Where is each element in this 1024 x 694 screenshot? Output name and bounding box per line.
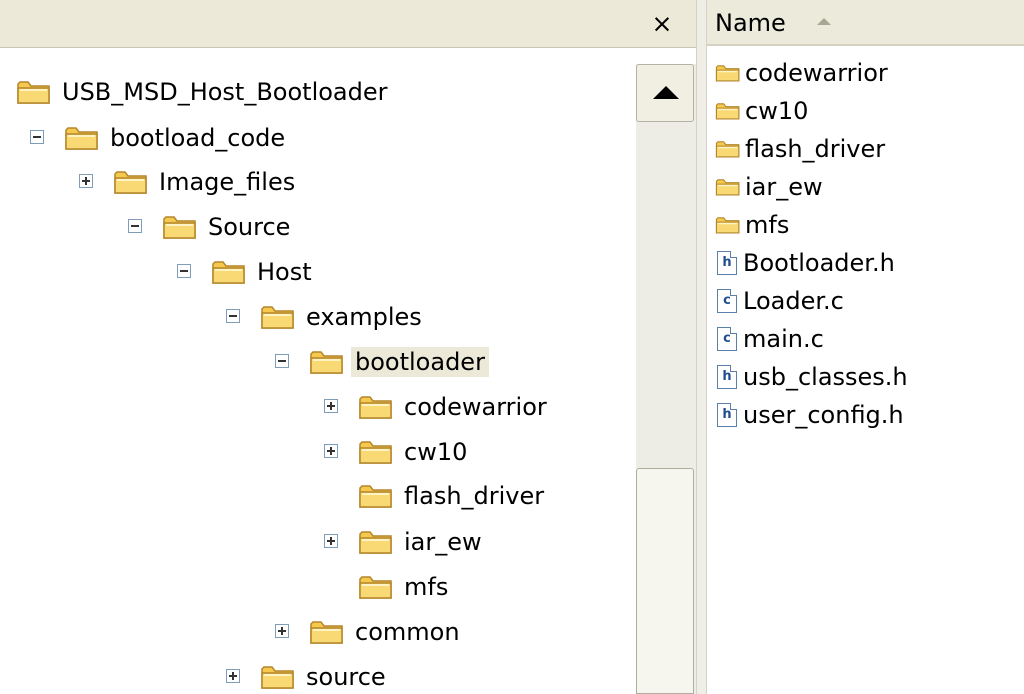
list-item-label: Bootloader.h (743, 249, 895, 277)
folder-icon (715, 99, 741, 123)
sort-ascending-icon (817, 18, 831, 25)
folder-icon (358, 482, 394, 510)
folder-icon (358, 393, 394, 421)
folder-icon (358, 438, 394, 466)
folder-icon (211, 258, 247, 286)
file-list-pane: Name codewarrior cw10 flash_driver iar_ewmf… (707, 0, 1024, 694)
scrollbar-thumb[interactable] (636, 468, 694, 694)
expand-icon[interactable] (226, 669, 240, 683)
tree-item[interactable]: flash_driver (0, 474, 630, 518)
folder-icon (358, 573, 394, 601)
tree-item-label: source (306, 663, 386, 691)
tree-item[interactable]: examples (0, 295, 630, 339)
folder-icon (162, 213, 198, 241)
list-item-label: main.c (743, 325, 824, 353)
folder-icon (260, 663, 296, 691)
scroll-up-arrow-icon[interactable] (636, 64, 694, 122)
expand-icon[interactable] (79, 174, 93, 188)
list-item[interactable]: h user_config.h (715, 398, 904, 432)
tree-item[interactable]: source (0, 655, 630, 694)
tree-item-label: bootload_code (110, 124, 286, 152)
tree-item-label: common (355, 618, 460, 646)
folder-icon (16, 78, 52, 106)
list-item[interactable]: mfs (715, 208, 789, 242)
tree-item[interactable]: iar_ew (0, 520, 630, 564)
folder-icon (715, 137, 741, 161)
tree-item-label: flash_driver (404, 482, 545, 510)
tree-item[interactable]: cw10 (0, 430, 630, 474)
collapse-icon[interactable] (226, 309, 240, 323)
h-file-icon: h (717, 251, 737, 275)
list-item[interactable]: codewarrior (715, 56, 888, 90)
tree-item-label: USB_MSD_Host_Bootloader (62, 78, 388, 106)
tree-item-label: examples (306, 303, 422, 331)
pane-splitter[interactable] (696, 0, 707, 694)
folder-icon (113, 168, 149, 196)
vertical-scrollbar[interactable] (636, 64, 696, 694)
list-header: Name (707, 0, 1024, 46)
folder-tree-pane: × USB_MSD_Host_Bootloader bootload_code Im… (0, 0, 696, 694)
list-item[interactable]: h Bootloader.h (715, 246, 895, 280)
tree-item-label: codewarrior (404, 393, 547, 421)
folder-icon (715, 61, 741, 85)
tree-item[interactable]: bootloader (0, 340, 630, 384)
folder-icon (64, 124, 100, 152)
tree-item-label: Host (257, 258, 312, 286)
tree-item-label: Source (208, 213, 291, 241)
list-item[interactable]: cw10 (715, 94, 808, 128)
tree-item-label: iar_ew (404, 528, 482, 556)
folder-icon (715, 213, 741, 237)
name-column-header[interactable]: Name (715, 8, 786, 38)
tree-item[interactable]: USB_MSD_Host_Bootloader (0, 70, 630, 114)
tree-item[interactable]: mfs (0, 565, 630, 609)
list-item[interactable]: c main.c (715, 322, 824, 356)
collapse-icon[interactable] (275, 354, 289, 368)
list-item[interactable]: h usb_classes.h (715, 360, 908, 394)
list-item-label: iar_ew (745, 173, 823, 201)
folder-icon (358, 528, 394, 556)
close-icon[interactable]: × (645, 8, 679, 40)
expand-icon[interactable] (324, 444, 338, 458)
tree-item[interactable]: Image_files (0, 160, 630, 204)
h-file-icon: h (717, 365, 737, 389)
tree-item-label: bootloader (351, 347, 489, 377)
c-file-icon: c (717, 327, 737, 351)
tree-item-label: Image_files (159, 168, 296, 196)
folder-tree: USB_MSD_Host_Bootloader bootload_code Imag… (0, 48, 640, 694)
tree-item[interactable]: Source (0, 205, 630, 249)
list-item[interactable]: c Loader.c (715, 284, 844, 318)
list-item-label: Loader.c (743, 287, 844, 315)
list-item[interactable]: flash_driver (715, 132, 885, 166)
list-item-label: cw10 (745, 97, 809, 125)
folder-icon (309, 348, 345, 376)
folder-icon (715, 175, 741, 199)
tree-pane-header: × (0, 0, 696, 48)
list-item-label: user_config.h (743, 401, 904, 429)
expand-icon[interactable] (324, 534, 338, 548)
list-item[interactable]: iar_ew (715, 170, 823, 204)
h-file-icon: h (717, 403, 737, 427)
tree-item[interactable]: bootload_code (0, 116, 630, 160)
collapse-icon[interactable] (177, 264, 191, 278)
tree-item[interactable]: common (0, 610, 630, 654)
list-item-label: usb_classes.h (743, 363, 908, 391)
collapse-icon[interactable] (128, 219, 142, 233)
tree-item[interactable]: Host (0, 250, 630, 294)
expand-icon[interactable] (324, 399, 338, 413)
c-file-icon: c (717, 289, 737, 313)
tree-item-label: cw10 (404, 438, 468, 466)
expand-icon[interactable] (275, 624, 289, 638)
collapse-icon[interactable] (30, 130, 44, 144)
tree-item-label: mfs (404, 573, 449, 601)
folder-icon (260, 303, 296, 331)
list-item-label: codewarrior (745, 59, 888, 87)
tree-item[interactable]: codewarrior (0, 385, 630, 429)
folder-icon (309, 618, 345, 646)
list-item-label: mfs (745, 211, 790, 239)
list-item-label: flash_driver (745, 135, 886, 163)
